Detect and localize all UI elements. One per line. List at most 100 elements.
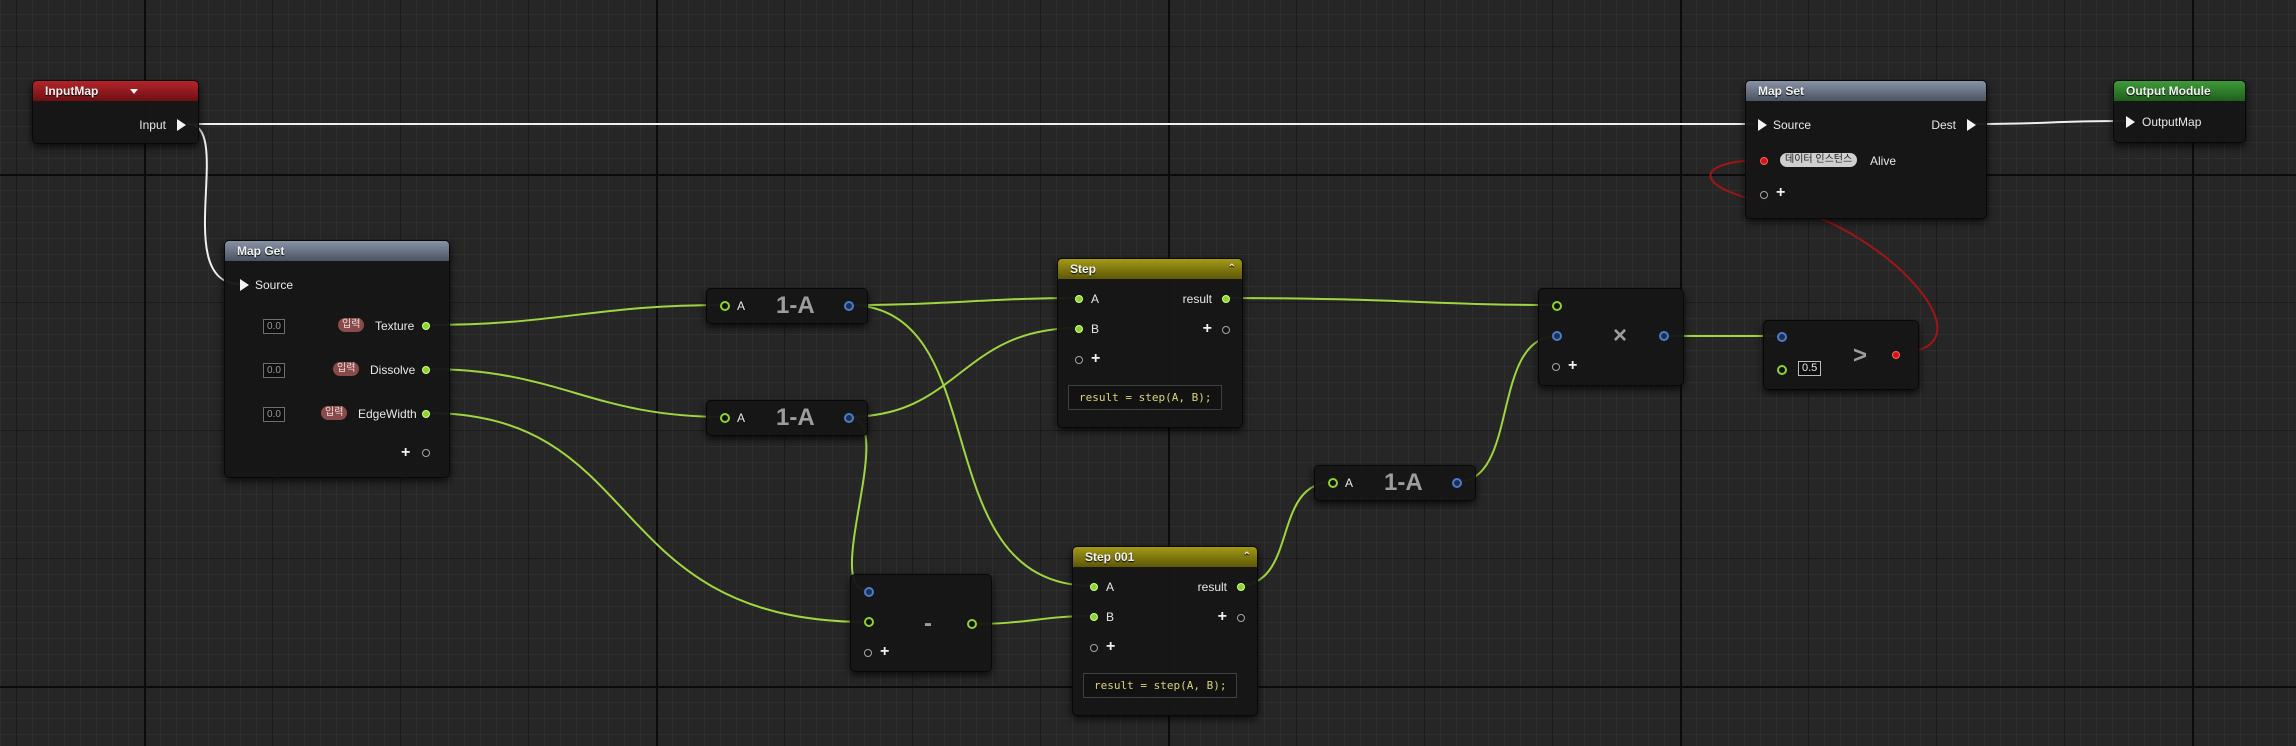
wire-step-to-multiply: [1221, 297, 1558, 306]
step-add-input-pin[interactable]: [1075, 356, 1083, 364]
add-output-icon[interactable]: +: [1218, 609, 1227, 625]
data-instance-badge: 데이터 인스턴스: [1780, 153, 1858, 167]
texture-default-value[interactable]: 0.0: [263, 319, 285, 334]
add-input-icon[interactable]: +: [1091, 351, 1100, 367]
step-input-b-pin[interactable]: [1075, 325, 1083, 333]
one-minus-1-output-pin[interactable]: [844, 301, 854, 311]
step-001-add-input-pin[interactable]: [1090, 644, 1098, 652]
one-minus-node-2[interactable]: A 1-A: [706, 400, 868, 436]
one-minus-3-input-pin[interactable]: [1328, 478, 1338, 488]
texture-output-pin[interactable]: [422, 322, 430, 330]
greater-input-b-pin[interactable]: [1777, 365, 1787, 375]
output-map-exec-pin[interactable]: [2126, 116, 2135, 128]
one-minus-2-input-pin[interactable]: [720, 413, 730, 423]
one-minus-3-output-pin[interactable]: [1452, 478, 1462, 488]
add-pin-icon[interactable]: +: [401, 445, 410, 461]
edgewidth-output-pin[interactable]: [422, 410, 430, 418]
step-input-b-label: B: [1091, 322, 1100, 336]
multiply-add-input-pin[interactable]: [1552, 363, 1560, 371]
step-output-pin[interactable]: [1222, 295, 1230, 303]
chevron-down-icon[interactable]: [130, 89, 138, 94]
one-minus-3-input-label: A: [1345, 476, 1354, 490]
step-001-header[interactable]: Step 001 ⌃: [1073, 547, 1257, 567]
map-set-header[interactable]: Map Set: [1746, 81, 1986, 101]
wire-texture-to-one-minus-1: [426, 304, 726, 326]
step-001-output-pin[interactable]: [1237, 583, 1245, 591]
source-exec-pin[interactable]: [240, 279, 249, 291]
source-pin-label: Source: [255, 278, 294, 292]
multiply-node[interactable]: × +: [1538, 288, 1684, 386]
map-set-node[interactable]: Map Set Source Dest 데이터 인스턴스 Alive +: [1745, 80, 1987, 219]
step-node[interactable]: Step ⌃ A result B + + result = step(A, B…: [1057, 258, 1243, 428]
step-header[interactable]: Step ⌃: [1058, 259, 1242, 279]
subtract-input-a-pin[interactable]: [864, 587, 874, 597]
subtract-add-input-pin[interactable]: [864, 649, 872, 657]
edgewidth-default-value[interactable]: 0.0: [263, 407, 285, 422]
multiply-output-pin[interactable]: [1659, 331, 1669, 341]
greater-node[interactable]: 0.5 >: [1763, 320, 1919, 390]
one-minus-1-input-label: A: [737, 299, 746, 313]
step-001-title: Step 001: [1085, 550, 1135, 564]
one-minus-2-symbol: 1-A: [776, 404, 815, 431]
one-minus-2-output-pin[interactable]: [844, 413, 854, 423]
input-map-node[interactable]: InputMap Input: [32, 80, 199, 144]
greater-output-pin[interactable]: [1892, 351, 1900, 359]
wire-dissolve-to-one-minus-2: [426, 368, 726, 418]
greater-threshold-value[interactable]: 0.5: [1798, 361, 1822, 376]
wire-one-minus-2-to-subtract: [847, 416, 869, 592]
step-001-input-a-label: A: [1106, 580, 1115, 594]
wire-edgewidth-to-subtract: [426, 412, 869, 623]
step-001-input-a-pin[interactable]: [1090, 583, 1098, 591]
edgewidth-pin-label: EdgeWidth: [358, 407, 417, 421]
dissolve-output-pin[interactable]: [422, 366, 430, 374]
add-input-icon[interactable]: +: [1106, 639, 1115, 655]
greater-input-a-pin[interactable]: [1777, 332, 1787, 342]
one-minus-1-input-pin[interactable]: [720, 301, 730, 311]
output-module-header[interactable]: Output Module: [2114, 81, 2245, 101]
step-add-output-pin[interactable]: [1222, 326, 1230, 334]
step-title: Step: [1070, 262, 1097, 276]
texture-input-badge: 입력: [338, 318, 365, 332]
step-001-input-b-pin[interactable]: [1090, 613, 1098, 621]
wire-one-minus-1-to-step-a: [847, 297, 1079, 306]
map-get-title: Map Get: [237, 244, 285, 258]
source-pin-label: Source: [1773, 118, 1812, 132]
subtract-output-pin[interactable]: [967, 619, 977, 629]
add-output-pin[interactable]: [422, 449, 430, 457]
subtract-node[interactable]: - +: [850, 574, 992, 672]
step-code-box[interactable]: result = step(A, B);: [1068, 385, 1223, 410]
alive-param-label[interactable]: Alive: [1870, 154, 1896, 168]
map-get-header[interactable]: Map Get: [225, 241, 449, 261]
step-001-output-label: result: [1197, 580, 1227, 594]
chevron-up-icon[interactable]: ⌃: [1228, 259, 1236, 279]
add-input-icon[interactable]: +: [1568, 358, 1577, 374]
one-minus-1-symbol: 1-A: [776, 292, 815, 319]
map-get-node[interactable]: Map Get Source 0.0 입력 Texture 0.0 입력 Dis…: [224, 240, 450, 478]
edgewidth-input-badge: 입력: [321, 406, 348, 420]
add-input-icon[interactable]: +: [880, 644, 889, 660]
add-output-icon[interactable]: +: [1203, 321, 1212, 337]
source-exec-pin[interactable]: [1758, 119, 1767, 131]
alive-input-pin[interactable]: [1760, 157, 1768, 165]
multiply-input-a-pin[interactable]: [1552, 301, 1562, 311]
step-001-add-output-pin[interactable]: [1237, 614, 1245, 622]
output-module-node[interactable]: Output Module OutputMap: [2113, 80, 2246, 143]
input-map-header[interactable]: InputMap: [33, 81, 198, 101]
dissolve-input-badge: 입력: [333, 362, 360, 376]
step-001-code-box[interactable]: result = step(A, B);: [1083, 673, 1238, 698]
subtract-input-b-pin[interactable]: [864, 617, 874, 627]
multiply-symbol: ×: [1613, 322, 1628, 349]
chevron-up-icon[interactable]: ⌃: [1243, 547, 1251, 567]
dest-exec-pin[interactable]: [1967, 119, 1976, 131]
dissolve-default-value[interactable]: 0.0: [263, 363, 285, 378]
add-pin-icon[interactable]: +: [1776, 185, 1785, 201]
dissolve-pin-label: Dissolve: [370, 363, 416, 377]
one-minus-node-1[interactable]: A 1-A: [706, 288, 868, 324]
map-set-add-pin[interactable]: [1760, 191, 1768, 199]
multiply-input-b-pin[interactable]: [1552, 331, 1562, 341]
input-exec-pin[interactable]: [177, 119, 186, 131]
one-minus-node-3[interactable]: A 1-A: [1314, 465, 1476, 501]
step-input-a-pin[interactable]: [1075, 295, 1083, 303]
step-001-node[interactable]: Step 001 ⌃ A result B + + result = step(…: [1072, 546, 1258, 716]
texture-pin-label: Texture: [375, 319, 415, 333]
